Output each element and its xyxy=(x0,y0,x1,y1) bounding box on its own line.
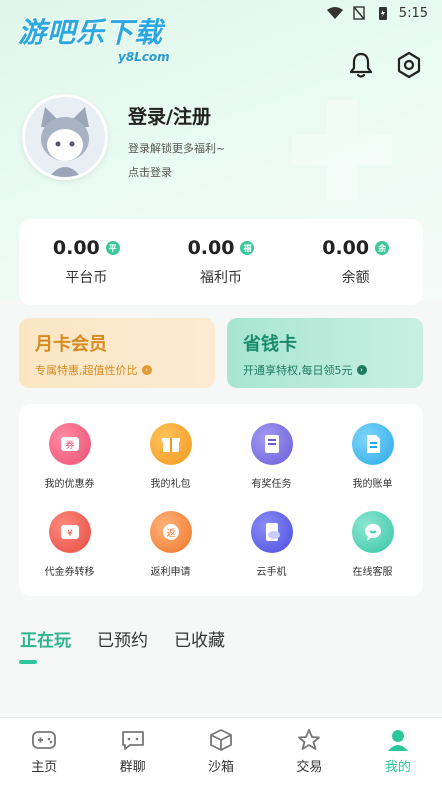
user-icon xyxy=(387,730,408,751)
chat-icon xyxy=(121,731,144,750)
bell-icon xyxy=(349,52,373,78)
default-avatar-icon xyxy=(25,97,105,177)
login-benefit-text: 登录解锁更多福利~ xyxy=(128,142,226,155)
logo-subtitle: y8Lcom xyxy=(118,50,170,64)
balance-coin-icon: 余 xyxy=(375,241,390,255)
nav-label: 沙箱 xyxy=(208,760,235,775)
platform-coin-icon: 平 xyxy=(105,241,120,255)
saver-card-title: 省钱卡 xyxy=(243,334,297,355)
nav-label: 交易 xyxy=(296,760,323,775)
click-login-link[interactable]: 点击登录 xyxy=(128,164,172,180)
grid-label: 返利申请 xyxy=(150,566,191,578)
svg-text:¥: ¥ xyxy=(67,529,73,539)
tab-playing[interactable]: 正在玩 xyxy=(20,626,71,651)
wallet-value: 0.00 xyxy=(187,237,235,259)
feature-grid: 券 我的优惠券 我的礼包 有奖任务 我的账单 ¥ 代金券转移 返 返利申请 云手… xyxy=(19,404,423,596)
nav-sandbox[interactable]: 沙箱 xyxy=(177,718,265,785)
tab-favorites[interactable]: 已收藏 xyxy=(174,626,225,651)
gear-icon xyxy=(397,51,421,79)
grid-item-coupons[interactable]: 券 我的优惠券 xyxy=(19,412,120,500)
grid-item-customer-service[interactable]: 在线客服 xyxy=(322,500,423,588)
monthly-card-subtitle: 专属特惠,超值性价比 xyxy=(35,364,138,377)
cube-icon xyxy=(210,729,232,751)
avatar[interactable] xyxy=(22,94,108,180)
grid-label: 云手机 xyxy=(256,566,287,578)
nav-label: 群聊 xyxy=(119,760,146,775)
grid-label: 在线客服 xyxy=(352,566,393,578)
wallet-card: 0.00 平 平台币 0.00 福 福利币 0.00 余 余额 xyxy=(19,219,423,305)
wallet-balance[interactable]: 0.00 余 余额 xyxy=(288,219,423,305)
app-logo: 游吧乐下载 y8Lcom xyxy=(18,18,188,66)
gamepad-icon xyxy=(32,731,57,749)
settings-button[interactable] xyxy=(394,50,424,80)
saver-card-subtitle: 开通享特权,每日领5元 xyxy=(243,364,353,377)
task-icon xyxy=(250,422,293,465)
grid-item-gifts[interactable]: 我的礼包 xyxy=(120,412,221,500)
grid-label: 我的优惠券 xyxy=(44,478,95,490)
nav-label: 我的 xyxy=(384,760,411,775)
monthly-card-banner[interactable]: 月卡会员 专属特惠,超值性价比 › xyxy=(19,318,215,388)
wallet-value: 0.00 xyxy=(52,237,100,259)
rebate-icon: 返 xyxy=(149,510,192,553)
svg-text:返: 返 xyxy=(166,527,175,539)
nav-label: 主页 xyxy=(31,760,58,775)
arrow-right-icon: › xyxy=(356,365,367,375)
coupon-icon: 券 xyxy=(48,422,91,465)
wallet-label: 平台币 xyxy=(65,270,108,286)
nav-group-chat[interactable]: 群聊 xyxy=(88,718,176,785)
wallet-value: 0.00 xyxy=(322,237,370,259)
nav-trade[interactable]: 交易 xyxy=(265,718,353,785)
arrow-right-icon: › xyxy=(141,365,152,375)
decorative-plus-icon xyxy=(292,100,392,200)
grid-item-cloud-phone[interactable]: 云手机 xyxy=(221,500,322,588)
grid-label: 有奖任务 xyxy=(251,478,292,490)
grid-item-tasks[interactable]: 有奖任务 xyxy=(221,412,322,500)
grid-label: 我的账单 xyxy=(352,478,393,490)
gift-icon xyxy=(149,422,192,465)
voucher-transfer-icon: ¥ xyxy=(48,510,91,553)
logo-title: 游吧乐下载 xyxy=(18,16,164,49)
battery-icon xyxy=(378,7,387,20)
wifi-icon xyxy=(326,7,343,19)
nav-home[interactable]: 主页 xyxy=(0,718,88,785)
notification-button[interactable] xyxy=(346,50,376,80)
wallet-label: 福利币 xyxy=(200,270,242,286)
grid-item-bills[interactable]: 我的账单 xyxy=(322,412,423,500)
bottom-nav: 主页 群聊 沙箱 交易 我的 xyxy=(0,717,442,785)
star-icon xyxy=(298,729,321,750)
tab-reserved[interactable]: 已预约 xyxy=(97,626,148,651)
status-time: 5:15 xyxy=(398,5,428,21)
grid-label: 代金券转移 xyxy=(44,566,95,578)
grid-item-voucher-transfer[interactable]: ¥ 代金券转移 xyxy=(19,500,120,588)
wallet-welfare-coin[interactable]: 0.00 福 福利币 xyxy=(154,219,289,305)
no-sim-icon xyxy=(353,6,365,20)
wallet-label: 余额 xyxy=(341,270,370,286)
login-register-title[interactable]: 登录/注册 xyxy=(128,102,211,129)
cloud-phone-icon xyxy=(250,510,293,553)
active-tab-indicator xyxy=(19,660,37,664)
wallet-platform-coin[interactable]: 0.00 平 平台币 xyxy=(19,219,154,305)
nav-mine[interactable]: 我的 xyxy=(354,718,442,785)
grid-label: 我的礼包 xyxy=(150,478,191,490)
bill-icon xyxy=(351,422,394,465)
monthly-card-title: 月卡会员 xyxy=(35,334,107,355)
customer-service-icon xyxy=(351,510,394,553)
welfare-coin-icon: 福 xyxy=(240,241,255,255)
saver-card-banner[interactable]: 省钱卡 开通享特权,每日领5元 › xyxy=(227,318,423,388)
grid-item-rebate[interactable]: 返 返利申请 xyxy=(120,500,221,588)
svg-text:券: 券 xyxy=(65,439,74,451)
game-tabs: 正在玩 已预约 已收藏 xyxy=(20,626,225,651)
